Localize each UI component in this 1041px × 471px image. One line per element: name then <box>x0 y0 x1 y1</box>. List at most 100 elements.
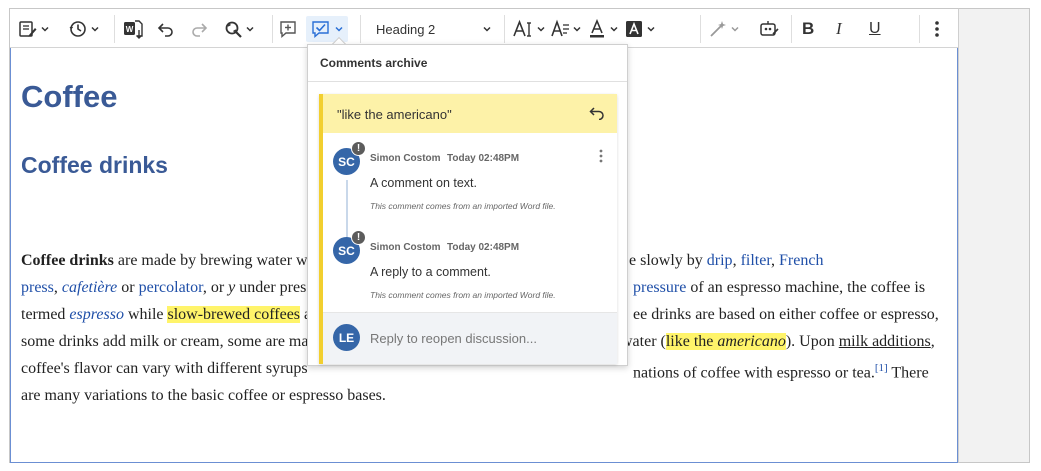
toolbar-separator <box>791 15 792 43</box>
underlined-text: milk additions <box>838 333 931 350</box>
reply-box[interactable]: LE Reply to reopen discussion... <box>323 312 617 364</box>
paragraph-line: are many variations to the basic coffee … <box>21 382 386 409</box>
highlighted-comment-text[interactable]: like the americano <box>665 333 786 350</box>
bold-button[interactable]: B <box>802 17 814 41</box>
italic-label: I <box>836 19 842 38</box>
undo-icon <box>157 23 173 37</box>
text-run: There <box>887 364 929 382</box>
history-icon <box>69 21 86 37</box>
toolbar-separator <box>360 15 361 43</box>
comment-time: Today 02:48PM <box>447 153 520 164</box>
comment-text: A comment on text. <box>370 176 477 190</box>
import-word-button[interactable]: W <box>122 17 144 41</box>
right-sidebar-pane <box>958 8 1030 463</box>
reopen-thread-button[interactable] <box>589 106 605 123</box>
text-run: ee drinks are based on either coffee or … <box>633 306 939 323</box>
font-size-icon <box>513 19 531 37</box>
paragraph-line: nations of coffee with espresso or tea.[… <box>633 355 929 386</box>
chevron-down-icon <box>610 26 618 32</box>
link-drip[interactable]: drip <box>707 252 733 269</box>
undo-button[interactable] <box>156 17 176 41</box>
underline-label: U <box>869 20 881 37</box>
text-run: , <box>732 252 741 269</box>
comments-archive-button[interactable] <box>306 16 348 42</box>
link-espresso[interactable]: espresso <box>69 306 124 323</box>
avatar: LE <box>333 324 360 351</box>
text-run: are many variations to the basic coffee … <box>21 387 386 404</box>
font-size-button[interactable] <box>512 17 546 41</box>
comment-author: Simon Costom <box>370 153 441 164</box>
bold-label: B <box>802 19 815 38</box>
text-run: ). Upon <box>785 333 839 350</box>
link-pressure[interactable]: pressure <box>633 279 686 296</box>
reopen-icon <box>589 107 604 121</box>
link-cafetiere[interactable]: cafetière <box>62 279 117 296</box>
text-run: or <box>117 279 139 296</box>
chevron-down-icon <box>41 26 49 32</box>
paragraph-line: press, cafetière or percolator, or y und… <box>21 274 306 301</box>
chevron-down-icon <box>731 26 739 32</box>
ai-bot-icon <box>760 21 779 36</box>
text-run: coffee's flavor can vary with different … <box>21 360 308 377</box>
chevron-down-icon <box>483 26 491 32</box>
toolbar-separator <box>504 15 505 43</box>
chevron-down-icon <box>91 26 99 32</box>
comment-options-button[interactable] <box>596 148 606 169</box>
page-title[interactable]: Coffee <box>21 79 117 115</box>
paragraph-line: some drinks add milk or cream, some are … <box>21 328 308 355</box>
comment-thread[interactable]: "like the americano" SC ! Simon Costom T… <box>319 94 617 364</box>
chevron-down-icon <box>537 26 545 32</box>
link-filter[interactable]: filter <box>741 252 771 269</box>
link-press[interactable]: press <box>21 279 54 296</box>
comments-archive-icon <box>312 21 329 39</box>
ai-chat-button[interactable] <box>758 17 780 41</box>
chevron-down-icon <box>647 26 655 32</box>
chevron-down-icon <box>573 26 581 32</box>
paragraph-line: e slowly by drip, filter, French <box>629 247 823 274</box>
text-run: while <box>123 306 168 323</box>
redo-button[interactable] <box>189 17 209 41</box>
quoted-text: "like the americano" <box>337 107 452 122</box>
revision-history-button[interactable] <box>68 17 100 41</box>
redo-icon <box>192 23 208 37</box>
highlighted-comment-text[interactable]: slow-brewed coffees <box>167 306 301 323</box>
background-color-icon <box>626 21 642 37</box>
text-run: , <box>53 279 62 296</box>
text-run: of an espresso machine, the coffee is <box>686 279 926 296</box>
background-color-button[interactable] <box>624 17 656 41</box>
toolbar-separator <box>700 15 701 43</box>
text-run: e slowly by <box>629 252 707 269</box>
footnote-reference[interactable]: [1] <box>875 362 888 374</box>
section-heading[interactable]: Coffee drinks <box>21 152 168 179</box>
thread-quote: "like the americano" <box>323 94 617 133</box>
text-run: like the <box>665 333 718 350</box>
font-color-button[interactable] <box>587 17 619 41</box>
add-comment-button[interactable] <box>278 17 298 41</box>
text-run: termed <box>21 306 70 323</box>
link-percolator[interactable]: percolator <box>139 279 203 296</box>
bold-text: Coffee drinks <box>21 252 114 269</box>
magic-wand-icon <box>710 21 726 37</box>
comments-archive-header: Comments archive <box>308 45 627 82</box>
more-options-button[interactable] <box>930 17 944 41</box>
toolbar-separator <box>114 15 115 43</box>
comment-import-note: This comment comes from an imported Word… <box>370 201 556 211</box>
track-changes-button[interactable] <box>18 17 50 41</box>
link-french-press[interactable]: French <box>779 252 823 269</box>
reply-input[interactable]: Reply to reopen discussion... <box>370 331 537 346</box>
text-run: under pres <box>235 279 307 296</box>
warning-icon: ! <box>351 141 366 156</box>
font-color-icon <box>590 19 604 38</box>
paragraph-line: water (like the americano). Upon milk ad… <box>621 328 935 355</box>
add-comment-icon <box>280 21 296 39</box>
ai-assistant-button[interactable] <box>708 17 740 41</box>
text-run: nations of coffee with espresso or tea. <box>633 364 875 382</box>
heading-dropdown[interactable]: Heading 2 <box>368 17 500 41</box>
font-family-button[interactable] <box>550 17 582 41</box>
italic-button[interactable]: I <box>836 17 842 41</box>
underline-button[interactable]: U <box>869 17 881 41</box>
text-run: , <box>930 333 935 350</box>
font-family-icon <box>551 19 569 37</box>
find-replace-button[interactable] <box>223 17 255 41</box>
toolbar: W Heading 2 B I U <box>10 9 958 48</box>
